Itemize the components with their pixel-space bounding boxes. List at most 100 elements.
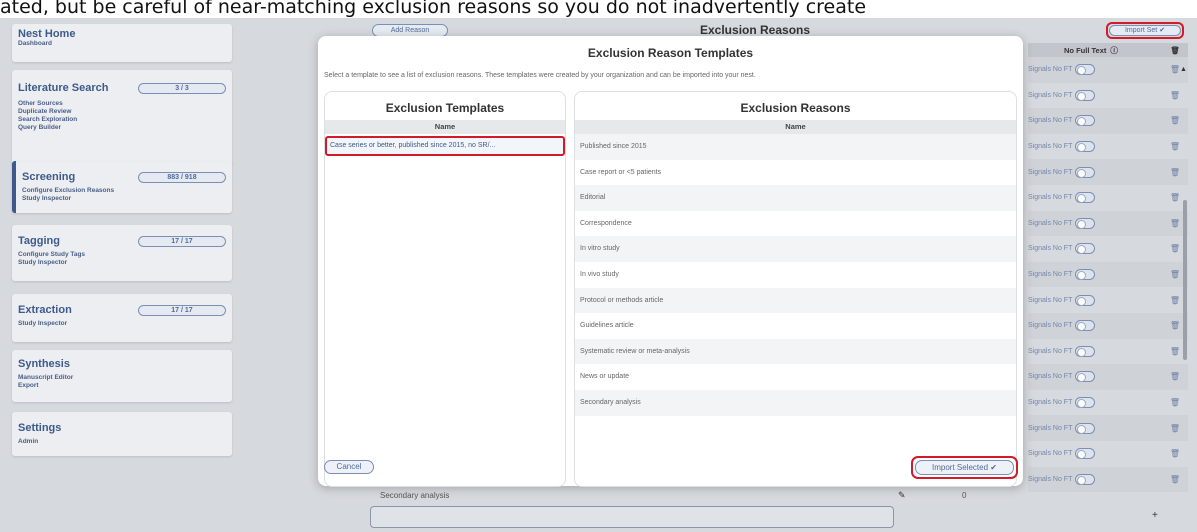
sidebar-section-title[interactable]: Synthesis <box>18 358 70 370</box>
no-full-text-toggle[interactable] <box>1075 320 1096 332</box>
no-full-text-toggle[interactable] <box>1075 217 1096 229</box>
instruction-caption: ated, but be careful of near-matching ex… <box>0 0 867 18</box>
no-full-text-toggle[interactable] <box>1075 294 1096 306</box>
reason-row: Systematic review or meta-analysis <box>575 338 1016 365</box>
sidebar-item-configure-study-tags[interactable]: Configure Study Tags <box>18 251 226 259</box>
sidebar-item-study-inspector[interactable]: Study Inspector <box>22 195 226 203</box>
trash-icon[interactable]: 🗑 <box>1170 193 1180 202</box>
no-full-text-toggle[interactable] <box>1075 397 1096 409</box>
table-row: Signals No FT 🗑 <box>1028 83 1188 109</box>
table-row: Signals No FT 🗑 <box>1028 364 1188 390</box>
trash-icon[interactable]: 🗑 <box>1170 296 1180 305</box>
sidebar-section-extraction[interactable]: Extraction 17 / 17 Study Inspector <box>12 294 232 342</box>
sidebar-section-title[interactable]: Screening <box>22 171 75 183</box>
trash-icon[interactable]: 🗑 <box>1170 116 1180 125</box>
sidebar-section-title[interactable]: Literature Search <box>18 82 108 94</box>
sidebar-item-study-inspector[interactable]: Study Inspector <box>18 259 226 267</box>
reason-count: 0 <box>962 490 967 500</box>
trash-icon[interactable]: 🗑 <box>1170 65 1180 74</box>
signals-no-ft-label: Signals No FT <box>1028 66 1073 74</box>
sidebar-section-title[interactable]: Settings <box>18 422 61 434</box>
table-row: Signals No FT 🗑 <box>1028 108 1188 134</box>
import-selected-button[interactable]: Import Selected ✔ <box>915 460 1014 475</box>
no-full-text-toggle[interactable] <box>1075 166 1096 178</box>
signals-no-ft-label: Signals No FT <box>1028 296 1073 304</box>
template-row-selected[interactable]: Case series or better, published since 2… <box>325 136 565 156</box>
table-row: Signals No FT 🗑 <box>1028 210 1188 237</box>
exclusion-templates-modal: Exclusion Reason Templates Select a temp… <box>318 36 1023 487</box>
signals-no-ft-label: Signals No FT <box>1028 194 1073 202</box>
trash-icon[interactable]: 🗑 <box>1170 475 1180 484</box>
sidebar-item-manuscript-editor[interactable]: Manuscript Editor <box>18 374 226 382</box>
signals-no-ft-label: Signals No FT <box>1028 219 1073 227</box>
no-full-text-toggle[interactable] <box>1075 345 1096 357</box>
sidebar-section-title[interactable]: Tagging <box>18 235 60 247</box>
sidebar-item-export[interactable]: Export <box>18 382 226 390</box>
trash-icon[interactable]: 🗑 <box>1170 372 1180 381</box>
trash-icon[interactable]: 🗑 <box>1170 347 1180 356</box>
sidebar-item-study-inspector[interactable]: Study Inspector <box>18 320 226 328</box>
reasons-panel-title: Exclusion Reasons <box>740 101 851 115</box>
no-full-text-toggle[interactable] <box>1075 243 1096 255</box>
sidebar-section-title[interactable]: Nest Home <box>18 28 75 40</box>
reason-row: Protocol or methods article <box>575 287 1016 314</box>
trash-icon[interactable]: 🗑 <box>1170 398 1180 407</box>
reason-row: In vivo study <box>580 270 619 278</box>
import-set-button[interactable]: Import Set ✔ <box>1109 25 1181 36</box>
no-full-text-toggle[interactable] <box>1075 422 1096 434</box>
trash-icon[interactable]: 🗑 <box>1170 168 1180 177</box>
sidebar-section-literature-search[interactable]: Literature Search 3 / 3 Other Sources Dup… <box>12 70 232 166</box>
no-full-text-toggle[interactable] <box>1075 371 1096 383</box>
progress-badge: 17 / 17 <box>138 235 226 247</box>
sidebar-item-duplicate-review[interactable]: Duplicate Review <box>18 108 226 116</box>
templates-panel: Exclusion Templates Name Case series or … <box>324 91 566 487</box>
no-full-text-toggle[interactable] <box>1075 89 1096 101</box>
table-row: Signals No FT 🗑 <box>1028 159 1188 185</box>
import-selected-label: Import Selected <box>932 463 989 472</box>
trash-icon[interactable]: 🗑 <box>1170 91 1180 100</box>
sidebar-section-synthesis[interactable]: Synthesis Manuscript Editor Export <box>12 350 232 402</box>
column-header-no-full-text: No Full Text <box>1064 45 1107 55</box>
progress-badge: 3 / 3 <box>138 82 226 94</box>
trash-icon[interactable]: 🗑 <box>1170 219 1180 228</box>
sidebar-item-other-sources[interactable]: Other Sources <box>18 100 226 108</box>
pencil-icon[interactable]: ✎ <box>898 490 906 501</box>
signals-no-ft-label: Signals No FT <box>1028 91 1073 99</box>
trash-icon[interactable]: 🗑 <box>1170 244 1180 253</box>
trash-icon[interactable]: 🗑 <box>1170 321 1180 330</box>
no-full-text-toggle[interactable] <box>1075 192 1096 204</box>
no-full-text-toggle[interactable] <box>1075 64 1096 76</box>
no-full-text-toggle[interactable] <box>1075 473 1096 485</box>
sidebar-section-nest-home[interactable]: Nest Home Dashboard <box>12 24 232 62</box>
import-set-highlight: Import Set ✔ <box>1106 22 1184 39</box>
sidebar-section-settings[interactable]: Settings Admin <box>12 412 232 456</box>
scrollbar[interactable] <box>1183 200 1187 360</box>
no-full-text-toggle[interactable] <box>1075 141 1096 153</box>
trash-icon[interactable]: 🗑 <box>1170 142 1180 151</box>
sidebar-item-search-exploration[interactable]: Search Exploration <box>18 116 226 124</box>
no-full-text-toggle[interactable] <box>1075 115 1096 127</box>
new-reason-input[interactable] <box>370 506 894 528</box>
sidebar-item-configure-exclusion-reasons[interactable]: Configure Exclusion Reasons <box>22 187 226 195</box>
trash-icon[interactable]: 🗑 <box>1170 270 1180 279</box>
sidebar-item-query-builder[interactable]: Query Builder <box>18 124 226 132</box>
sidebar-section-title[interactable]: Extraction <box>18 304 72 316</box>
trash-icon[interactable]: 🗑 <box>1170 449 1180 458</box>
table-row: Signals No FT 🗑 <box>1028 287 1188 313</box>
page-title: Exclusion Reasons <box>700 23 811 37</box>
no-full-text-toggle[interactable] <box>1075 448 1096 460</box>
reason-label: Secondary analysis <box>380 490 450 500</box>
no-full-text-toggle[interactable] <box>1075 269 1096 281</box>
sidebar-item-admin[interactable]: Admin <box>18 438 226 446</box>
reason-row: Case report or <5 patients <box>580 168 662 176</box>
sidebar-item-dashboard[interactable]: Dashboard <box>18 40 226 48</box>
sidebar-section-screening[interactable]: Screening 883 / 918 Configure Exclusion R… <box>12 161 232 213</box>
help-icon[interactable]: ⓘ <box>1110 45 1118 56</box>
cancel-button[interactable]: Cancel <box>324 460 374 474</box>
signals-no-ft-label: Signals No FT <box>1028 399 1073 407</box>
scroll-up-icon[interactable]: ▲ <box>1180 66 1187 73</box>
sidebar-section-tagging[interactable]: Tagging 17 / 17 Configure Study Tags Stud… <box>12 225 232 281</box>
signals-no-ft-label: Signals No FT <box>1028 347 1073 355</box>
trash-icon[interactable]: 🗑 <box>1170 424 1180 433</box>
add-icon[interactable]: + <box>1152 510 1158 521</box>
